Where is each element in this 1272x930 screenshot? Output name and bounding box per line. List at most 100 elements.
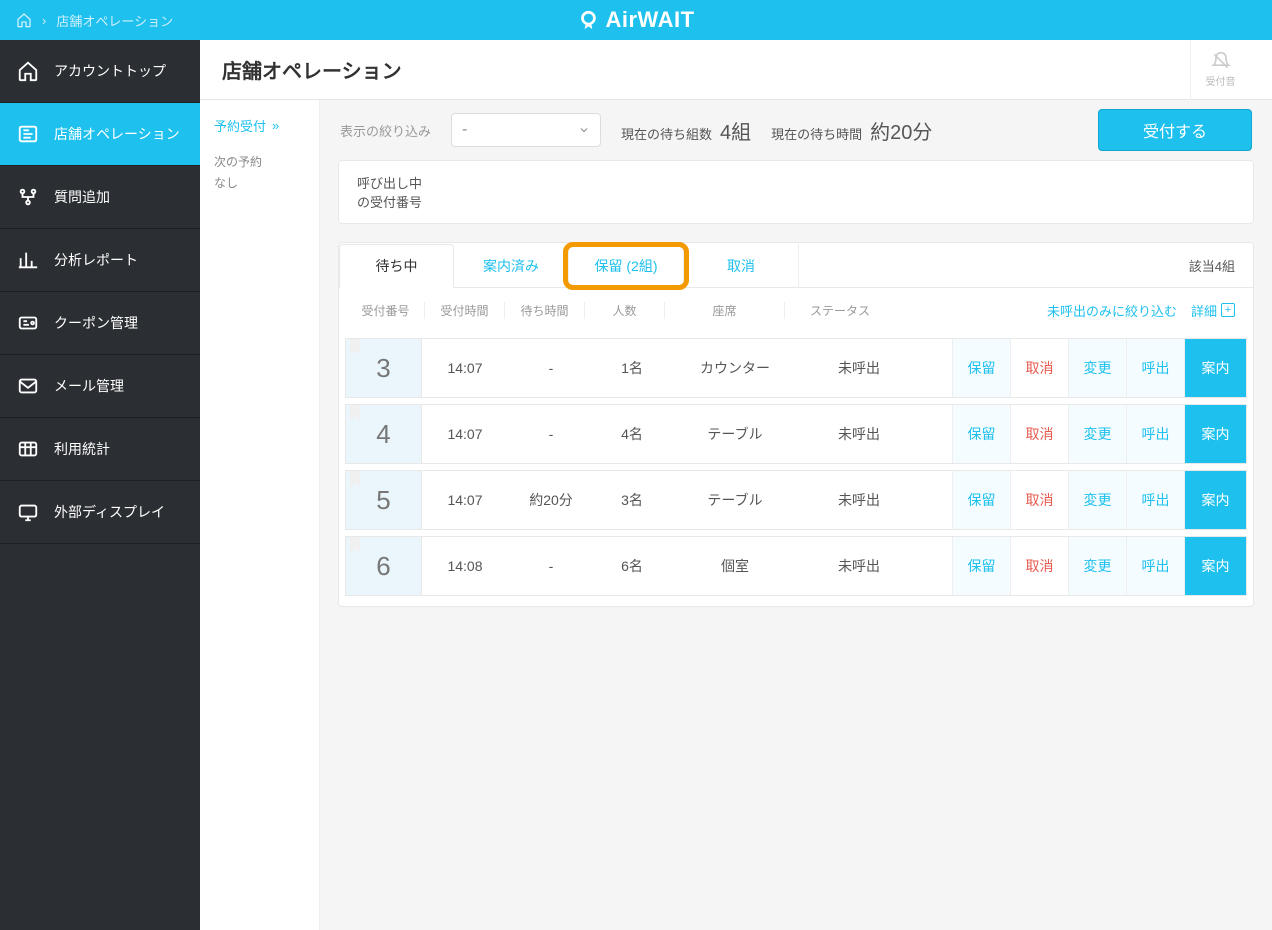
cell-status: 未呼出	[800, 471, 918, 529]
filter-bar: 表示の絞り込み - 現在の待ち組数 4組 現在の待ち時間 約20分 受付する	[320, 100, 1272, 160]
sub-navigation: 予約受付 » 次の予約 なし	[200, 100, 320, 930]
cell-people: 3名	[594, 471, 670, 529]
cell-people: 4名	[594, 405, 670, 463]
topbar: › 店舗オペレーション AirWAIT	[0, 0, 1272, 40]
cancel-button[interactable]: 取消	[1010, 471, 1068, 529]
col-seat: 座席	[665, 302, 785, 319]
table-row: 314:07-1名カウンター未呼出保留取消変更呼出案内	[345, 338, 1247, 398]
filter-select[interactable]: -	[451, 113, 601, 147]
tab-label: 保留 (2組)	[595, 256, 658, 276]
filter-uncalled-link[interactable]: 未呼出のみに絞り込む	[1047, 301, 1177, 320]
sidebar-item-label: 利用統計	[54, 439, 110, 459]
call-button[interactable]: 呼出	[1126, 405, 1184, 463]
plus-icon: +	[1221, 303, 1235, 317]
filter-label: 表示の絞り込み	[340, 121, 431, 140]
hold-button[interactable]: 保留	[952, 471, 1010, 529]
cancel-button[interactable]: 取消	[1010, 405, 1068, 463]
call-button[interactable]: 呼出	[1126, 339, 1184, 397]
tabs: 待ち中 案内済み 保留 (2組) 取消 該当4組	[339, 243, 1253, 288]
breadcrumb-current: 店舗オペレーション	[56, 11, 173, 30]
table-row: 614:08-6名個室未呼出保留取消変更呼出案内	[345, 536, 1247, 596]
callout-panel: 呼び出し中 の受付番号	[338, 160, 1254, 224]
sidebar-item-1[interactable]: 店舗オペレーション	[0, 103, 200, 166]
call-button[interactable]: 呼出	[1126, 471, 1184, 529]
cell-seat: 個室	[670, 537, 800, 595]
cell-status: 未呼出	[800, 537, 918, 595]
tab-3[interactable]: 取消	[684, 244, 799, 288]
change-button[interactable]: 変更	[1068, 339, 1126, 397]
cell-wait-time: -	[508, 339, 594, 397]
double-chevron-icon: »	[272, 118, 279, 133]
next-reservation-label: 次の予約	[214, 153, 305, 170]
hold-button[interactable]: 保留	[952, 537, 1010, 595]
sidebar-item-2[interactable]: 質問追加	[0, 166, 200, 229]
sidebar-item-label: アカウントトップ	[54, 61, 166, 81]
chevron-right-icon: ›	[42, 13, 46, 28]
logo-text: AirWAIT	[605, 7, 694, 33]
accept-button[interactable]: 受付する	[1098, 109, 1252, 151]
detail-toggle[interactable]: 詳細 +	[1191, 301, 1235, 320]
cancel-button[interactable]: 取消	[1010, 537, 1068, 595]
tab-label: 待ち中	[376, 256, 418, 276]
change-button[interactable]: 変更	[1068, 537, 1126, 595]
home-icon[interactable]	[16, 12, 32, 28]
col-status: ステータス	[785, 302, 895, 319]
bell-label: 受付音	[1206, 73, 1236, 88]
sidebar-item-6[interactable]: 利用統計	[0, 418, 200, 481]
change-button[interactable]: 変更	[1068, 471, 1126, 529]
sidebar-icon	[16, 60, 40, 82]
table-row: 414:07-4名テーブル未呼出保留取消変更呼出案内	[345, 404, 1247, 464]
match-count: 該当4組	[1189, 256, 1235, 275]
hold-button[interactable]: 保留	[952, 339, 1010, 397]
calling-number-label: 呼び出し中 の受付番号	[339, 161, 459, 223]
sidebar-icon	[16, 123, 40, 145]
sidebar-icon	[16, 501, 40, 523]
sidebar-item-7[interactable]: 外部ディスプレイ	[0, 481, 200, 544]
sidebar-icon	[16, 375, 40, 397]
guide-button[interactable]: 案内	[1184, 339, 1246, 397]
call-button[interactable]: 呼出	[1126, 537, 1184, 595]
wait-time-stat: 現在の待ち時間 約20分	[771, 116, 932, 145]
cell-receipt-time: 14:07	[422, 471, 508, 529]
table-body: 314:07-1名カウンター未呼出保留取消変更呼出案内414:07-4名テーブル…	[339, 338, 1253, 606]
sidebar-item-label: 店舗オペレーション	[54, 124, 180, 144]
cell-people: 1名	[594, 339, 670, 397]
sidebar-item-3[interactable]: 分析レポート	[0, 229, 200, 292]
tab-label: 案内済み	[483, 256, 539, 276]
sidebar-icon	[16, 438, 40, 460]
cell-seat: テーブル	[670, 405, 800, 463]
cell-people: 6名	[594, 537, 670, 595]
sidebar-item-label: 質問追加	[54, 187, 110, 207]
sidebar-item-5[interactable]: メール管理	[0, 355, 200, 418]
tab-0[interactable]: 待ち中	[339, 244, 454, 288]
tab-1[interactable]: 案内済み	[454, 244, 569, 288]
sidebar-item-label: クーポン管理	[54, 313, 138, 333]
cell-seat: カウンター	[670, 339, 800, 397]
col-people: 人数	[585, 302, 665, 319]
col-receipt-number: 受付番号	[347, 302, 425, 319]
notification-sound-toggle[interactable]: 受付音	[1190, 40, 1250, 100]
tab-2[interactable]: 保留 (2組)	[569, 244, 684, 288]
subnav-selected[interactable]: 予約受付 »	[214, 116, 305, 135]
wait-groups-stat: 現在の待ち組数 4組	[621, 116, 751, 145]
sidebar-item-label: 分析レポート	[54, 250, 138, 270]
guide-button[interactable]: 案内	[1184, 405, 1246, 463]
cell-receipt-time: 14:07	[422, 405, 508, 463]
guide-button[interactable]: 案内	[1184, 471, 1246, 529]
col-receipt-time: 受付時間	[425, 302, 505, 319]
cancel-button[interactable]: 取消	[1010, 339, 1068, 397]
cell-wait-time: -	[508, 537, 594, 595]
chevron-down-icon	[578, 124, 590, 136]
sidebar-item-0[interactable]: アカウントトップ	[0, 40, 200, 103]
change-button[interactable]: 変更	[1068, 405, 1126, 463]
breadcrumb: › 店舗オペレーション	[0, 11, 173, 30]
next-reservation-value: なし	[214, 174, 305, 191]
sidebar-item-4[interactable]: クーポン管理	[0, 292, 200, 355]
col-wait-time: 待ち時間	[505, 302, 585, 319]
sidebar-icon	[16, 249, 40, 271]
page-title: 店舗オペレーション	[222, 55, 402, 84]
cell-status: 未呼出	[800, 405, 918, 463]
hold-button[interactable]: 保留	[952, 405, 1010, 463]
guide-button[interactable]: 案内	[1184, 537, 1246, 595]
sidebar-icon	[16, 186, 40, 208]
